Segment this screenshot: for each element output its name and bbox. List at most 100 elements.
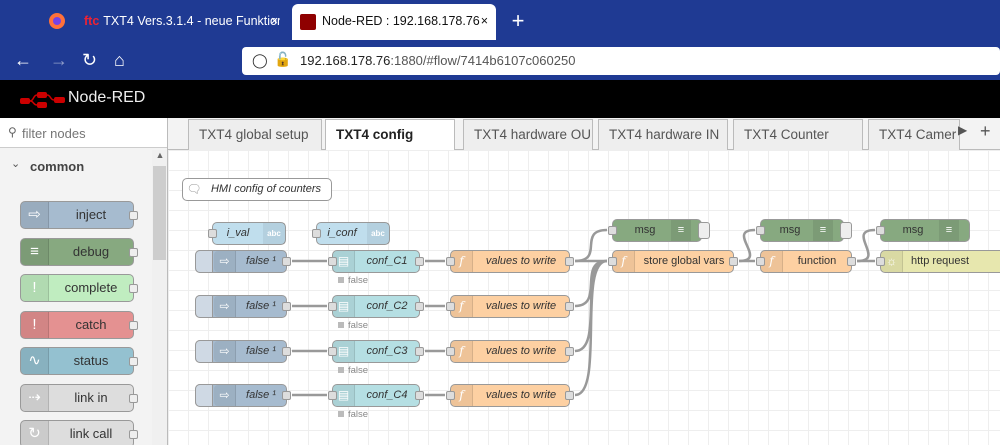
flow-tab[interactable]: TXT4 global setup <box>188 119 322 150</box>
output-port[interactable] <box>729 257 738 266</box>
flow-tab[interactable]: TXT4 hardware OU <box>463 119 593 150</box>
debug-node[interactable]: msg ≡ <box>756 219 852 242</box>
input-port[interactable] <box>446 257 455 266</box>
flow-canvas[interactable]: 🗨 HMI config of counters i_val abc i_con… <box>168 150 1000 445</box>
comment-node[interactable]: 🗨 HMI config of counters <box>182 178 332 201</box>
browser-tab-txt4[interactable]: ftc TXT4 Vers.3.1.4 - neue Funktione × <box>84 6 280 36</box>
input-port[interactable] <box>608 226 617 235</box>
input-port[interactable] <box>756 226 765 235</box>
back-button[interactable]: ← <box>14 50 32 70</box>
node-label: http request <box>911 255 970 267</box>
palette-node-label: link call <box>69 426 113 441</box>
debug-toggle[interactable] <box>840 222 852 239</box>
flow-tab[interactable]: TXT4 Counter <box>733 119 863 150</box>
close-icon[interactable]: × <box>271 6 278 36</box>
output-port[interactable] <box>847 257 856 266</box>
palette-category-header[interactable]: ⌄ common <box>0 154 150 178</box>
palette-node-status[interactable]: ∿ status <box>20 347 138 375</box>
conf-ui-node[interactable]: ▤ conf_C4 <box>328 384 424 407</box>
comment-icon: 🗨 <box>186 182 202 196</box>
palette-node-link-in[interactable]: ⇢ link in <box>20 383 138 412</box>
inject-button[interactable] <box>195 384 213 407</box>
output-port[interactable] <box>565 257 574 266</box>
palette-node-label: catch <box>75 316 107 332</box>
scroll-right-arrow-icon[interactable]: ▶ <box>958 123 967 137</box>
i-val-node[interactable]: i_val abc <box>208 222 286 245</box>
debug-node[interactable]: msg ≡ <box>608 219 710 242</box>
input-port[interactable] <box>446 347 455 356</box>
input-port[interactable] <box>312 229 321 238</box>
values-to-write-node[interactable]: f values to write <box>446 295 574 318</box>
node-label: conf_C4 <box>366 389 408 401</box>
close-icon[interactable]: × <box>481 4 488 38</box>
conf-ui-node[interactable]: ▤ conf_C2 <box>328 295 424 318</box>
reload-button[interactable]: ↻ <box>82 50 97 70</box>
inject-button[interactable] <box>195 295 213 318</box>
input-port[interactable] <box>328 391 337 400</box>
palette-node-link-call[interactable]: ↻ link call <box>20 420 138 445</box>
i-conf-node[interactable]: i_conf abc <box>312 222 390 245</box>
flow-tab[interactable]: TXT4 config <box>325 119 455 151</box>
output-port[interactable] <box>565 391 574 400</box>
store-global-vars-node[interactable]: f store global vars <box>608 250 738 273</box>
palette-node-complete[interactable]: ! complete <box>20 274 138 302</box>
output-port[interactable] <box>415 257 424 266</box>
palette-node-inject[interactable]: ⇨ inject <box>20 201 138 229</box>
inject-button[interactable] <box>195 250 213 273</box>
input-port[interactable] <box>328 257 337 266</box>
output-port[interactable] <box>415 347 424 356</box>
http-request-node[interactable]: ☼ http request <box>876 250 1000 273</box>
inject-node[interactable]: ⇨ false ¹ <box>195 340 291 363</box>
debug-toggle[interactable] <box>698 222 710 239</box>
function-node[interactable]: f function <box>756 250 856 273</box>
output-port[interactable] <box>282 302 291 311</box>
url-bar[interactable]: ◯ 🔓 192.168.178.76:1880/#flow/7414b6107c… <box>242 47 1000 75</box>
input-port[interactable] <box>208 229 217 238</box>
input-port[interactable] <box>328 302 337 311</box>
node-label: conf_C3 <box>366 345 408 357</box>
output-port[interactable] <box>282 347 291 356</box>
palette-scrollbar[interactable]: ▲ <box>152 150 167 445</box>
input-port[interactable] <box>328 347 337 356</box>
output-port[interactable] <box>415 302 424 311</box>
input-port[interactable] <box>446 391 455 400</box>
new-tab-button[interactable]: + <box>508 6 528 36</box>
firefox-icon[interactable] <box>44 6 70 36</box>
output-port[interactable] <box>282 257 291 266</box>
palette-node-debug[interactable]: ≡ debug <box>20 237 138 266</box>
inject-node[interactable]: ⇨ false ¹ <box>195 250 291 273</box>
conf-ui-node[interactable]: ▤ conf_C1 <box>328 250 424 273</box>
flow-tab[interactable]: TXT4 hardware IN <box>598 119 728 150</box>
insecure-lock-icon[interactable]: 🔓 <box>274 51 291 68</box>
input-port[interactable] <box>756 257 765 266</box>
output-port[interactable] <box>282 391 291 400</box>
values-to-write-node[interactable]: f values to write <box>446 250 574 273</box>
output-port[interactable] <box>565 302 574 311</box>
debug-node[interactable]: msg ≡ <box>876 219 970 242</box>
filter-nodes-input[interactable] <box>22 123 152 143</box>
values-to-write-node[interactable]: f values to write <box>446 384 574 407</box>
output-port[interactable] <box>415 391 424 400</box>
inject-node[interactable]: ⇨ false ¹ <box>195 384 291 407</box>
input-port[interactable] <box>876 257 885 266</box>
output-port[interactable] <box>565 347 574 356</box>
flow-tab[interactable]: TXT4 Camer <box>868 119 960 150</box>
arrow-right-icon: ⇨ <box>214 296 236 317</box>
input-port[interactable] <box>876 226 885 235</box>
scroll-up-arrow[interactable]: ▲ <box>152 150 167 160</box>
forward-button[interactable]: → <box>50 50 68 70</box>
input-port[interactable] <box>446 302 455 311</box>
palette-node-label: complete <box>64 280 118 295</box>
values-to-write-node[interactable]: f values to write <box>446 340 574 363</box>
inject-node[interactable]: ⇨ false ¹ <box>195 295 291 318</box>
input-port[interactable] <box>608 257 617 266</box>
node-label: i_val <box>226 227 250 239</box>
browser-tab-nodered[interactable]: Node-RED : 192.168.178.76 × <box>292 4 496 40</box>
scrollbar-thumb[interactable] <box>153 166 166 260</box>
output-port <box>129 247 138 257</box>
inject-button[interactable] <box>195 340 213 363</box>
add-flow-button[interactable]: + <box>980 121 991 142</box>
conf-ui-node[interactable]: ▤ conf_C3 <box>328 340 424 363</box>
palette-node-catch[interactable]: ! catch <box>20 310 138 339</box>
home-button[interactable]: ⌂ <box>114 50 125 70</box>
